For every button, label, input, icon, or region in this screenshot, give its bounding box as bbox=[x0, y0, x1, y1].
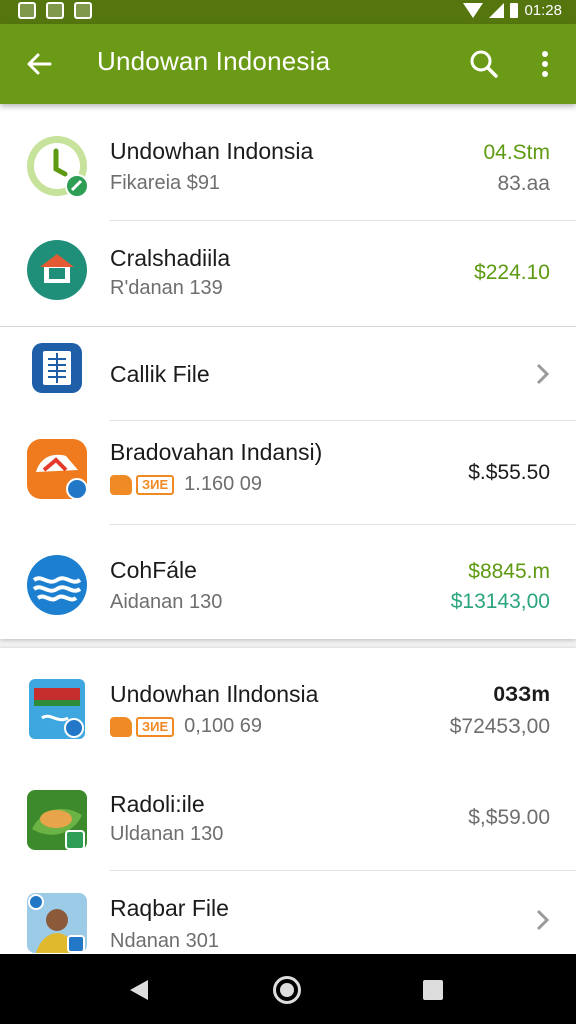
tag-badge: ЗИЕ bbox=[136, 716, 175, 737]
list-card: Callik File Bradovahan Indansi) ЗИЕ 1.16… bbox=[0, 326, 576, 639]
battery-icon bbox=[510, 3, 519, 18]
nav-recents-button[interactable] bbox=[423, 980, 443, 1000]
item-value: 0ЗЗm bbox=[493, 683, 550, 706]
more-options-button[interactable] bbox=[523, 42, 567, 86]
item-subtitle: 1.160 09 bbox=[184, 473, 263, 495]
list-item[interactable]: CohFále Aidanan 130 $8845.m $13143,00 bbox=[0, 525, 576, 639]
system-icons: 01:28 bbox=[463, 2, 562, 19]
waves-app-icon bbox=[27, 555, 87, 615]
list-item[interactable]: Undowhan Indonsia Fikareia $91 04.Stm 83… bbox=[0, 104, 576, 220]
notification-icon bbox=[46, 2, 64, 19]
list-item[interactable]: Callik File bbox=[0, 327, 576, 420]
list-item[interactable]: Radoli:ile Uldanan 130 $,$59.00 bbox=[0, 767, 576, 871]
hand-icon bbox=[110, 474, 132, 495]
item-value: $8845.m bbox=[468, 560, 550, 583]
item-secondary-value: $13143,00 bbox=[450, 590, 550, 613]
item-title: Raqbar File bbox=[110, 895, 229, 921]
item-tags: ЗИЕ 1.160 09 bbox=[110, 473, 262, 496]
list-item[interactable]: Raqbar File Ndanan 301 bbox=[0, 871, 576, 958]
item-title: Bradovahan Indansi) bbox=[110, 439, 323, 465]
more-vert-icon bbox=[542, 51, 548, 77]
notification-icon bbox=[18, 2, 36, 19]
item-subtitle: Ndanan 301 bbox=[110, 930, 219, 952]
list-card: Undowhan Indonsia Fikareia $91 04.Stm 83… bbox=[0, 104, 576, 326]
item-title: Undowhan Ilndonsia bbox=[110, 681, 319, 707]
search-button[interactable] bbox=[462, 42, 506, 86]
item-tags: ЗИЕ 0,100 69 bbox=[110, 715, 262, 738]
list-card: Undowhan Ilndonsia ЗИЕ 0,100 69 0ЗЗm $72… bbox=[0, 648, 576, 983]
status-bar: 01:28 bbox=[0, 0, 576, 24]
item-subtitle: Fikareia $91 bbox=[110, 172, 221, 194]
clock-app-icon bbox=[27, 136, 88, 197]
clock: 01:28 bbox=[524, 2, 562, 19]
app-bar: Undowan Indonesia bbox=[0, 24, 576, 104]
back-button[interactable] bbox=[18, 42, 62, 86]
arrow-left-icon bbox=[27, 53, 52, 75]
page-title: Undowan Indonesia bbox=[97, 46, 331, 76]
signal-icon bbox=[489, 3, 505, 18]
navigation-bar bbox=[0, 954, 576, 1024]
chevron-right-icon bbox=[536, 363, 550, 385]
item-subtitle: 0,100 69 bbox=[184, 715, 263, 737]
item-value: $224.10 bbox=[474, 261, 550, 284]
list-item[interactable]: Undowhan Ilndonsia ЗИЕ 0,100 69 0ЗЗm $72… bbox=[0, 648, 576, 766]
nav-back-button[interactable] bbox=[128, 978, 150, 1002]
item-title: Undowhan Indonsia bbox=[110, 138, 314, 164]
item-value: $.$55.50 bbox=[468, 461, 550, 484]
item-title: Cralshadiila bbox=[110, 245, 231, 271]
item-title: Radoli:ile bbox=[110, 791, 205, 817]
flag-photo-icon bbox=[29, 679, 85, 739]
item-subtitle: R'danan 139 bbox=[110, 277, 223, 299]
tag-badge: ЗИЕ bbox=[136, 474, 175, 495]
list-item[interactable]: Cralshadiila R'danan 139 $224.10 bbox=[0, 221, 576, 326]
item-secondary-value: $7245З,00 bbox=[449, 715, 550, 738]
item-title: CohFále bbox=[110, 557, 197, 583]
item-secondary-value: 83.aa bbox=[497, 172, 550, 195]
search-icon bbox=[470, 50, 498, 78]
wifi-icon bbox=[463, 3, 484, 18]
hand-icon bbox=[110, 716, 132, 737]
item-value: $,$59.00 bbox=[468, 806, 550, 829]
umbrella-app-icon bbox=[27, 439, 88, 500]
nav-home-button[interactable] bbox=[273, 976, 301, 1004]
food-photo-icon bbox=[27, 790, 87, 850]
item-subtitle: Aidanan 130 bbox=[110, 591, 223, 613]
screen: 01:28 Undowan Indonesia Undowhan Indonsi… bbox=[0, 0, 576, 1024]
notification-icon bbox=[74, 2, 92, 19]
list-item[interactable]: Bradovahan Indansi) ЗИЕ 1.160 09 $.$55.5… bbox=[0, 421, 576, 524]
document-app-icon bbox=[32, 343, 82, 393]
item-subtitle: Uldanan 130 bbox=[110, 823, 224, 845]
item-value: 04.Stm bbox=[483, 141, 550, 164]
chevron-right-icon bbox=[536, 909, 550, 931]
item-title: Callik File bbox=[110, 361, 210, 387]
house-app-icon bbox=[27, 240, 87, 300]
notification-icons bbox=[18, 2, 92, 19]
person-photo-icon bbox=[27, 893, 87, 953]
